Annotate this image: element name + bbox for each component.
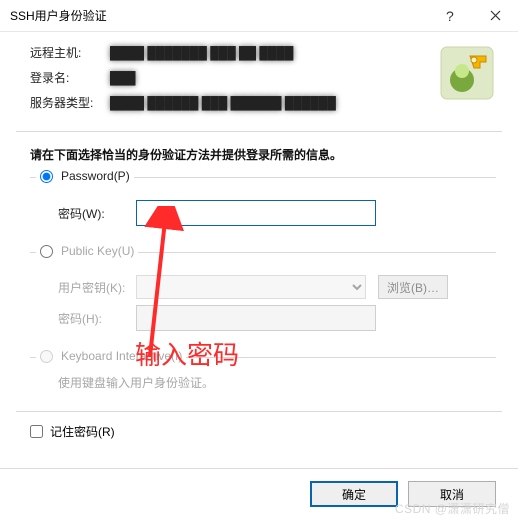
watermark: CSDN @潇潇研究僧 bbox=[395, 500, 510, 517]
browse-button: 浏览(B)… bbox=[378, 275, 448, 299]
kbd-radio-label: Keyboard Interactive(I) bbox=[61, 349, 182, 363]
login-name-value: ███ bbox=[110, 71, 136, 85]
keyboard-interactive-group: Keyboard Interactive(I) 使用键盘输入用户身份验证。 bbox=[30, 357, 496, 403]
password-radio[interactable]: Password(P) bbox=[36, 169, 134, 183]
login-name-label: 登录名: bbox=[30, 69, 110, 86]
passphrase-input bbox=[136, 305, 376, 331]
key-avatar-icon bbox=[440, 46, 494, 100]
password-radio-label: Password(P) bbox=[61, 169, 130, 183]
passphrase-label: 密码(H): bbox=[58, 310, 136, 327]
userkey-combo bbox=[136, 275, 366, 299]
separator-2 bbox=[16, 411, 502, 412]
kbd-radio[interactable]: Keyboard Interactive(I) bbox=[36, 349, 186, 363]
publickey-radio-input[interactable] bbox=[40, 245, 53, 258]
password-input[interactable] bbox=[136, 200, 376, 226]
close-icon bbox=[490, 10, 501, 21]
close-button[interactable] bbox=[473, 1, 518, 31]
help-button[interactable]: ? bbox=[428, 1, 473, 31]
svg-text:?: ? bbox=[446, 9, 454, 23]
publickey-radio-label: Public Key(U) bbox=[61, 244, 134, 258]
remember-label: 记住密码(R) bbox=[50, 423, 115, 440]
password-field-label: 密码(W): bbox=[58, 205, 136, 222]
remote-host-label: 远程主机: bbox=[30, 44, 110, 61]
remember-password[interactable]: 记住密码(R) bbox=[26, 422, 518, 441]
connection-info: 远程主机: ████ ███████ ███ ██ ████ 登录名: ███ … bbox=[0, 32, 518, 125]
dialog-title: SSH用户身份验证 bbox=[10, 7, 428, 24]
password-group: Password(P) 密码(W): bbox=[30, 177, 496, 244]
server-type-label: 服务器类型: bbox=[30, 94, 110, 111]
ok-button[interactable]: 确定 bbox=[310, 481, 398, 507]
kbd-radio-input bbox=[40, 350, 53, 363]
remote-host-value: ████ ███████ ███ ██ ████ bbox=[110, 46, 293, 60]
publickey-radio[interactable]: Public Key(U) bbox=[36, 244, 138, 258]
remember-checkbox[interactable] bbox=[30, 425, 43, 438]
userkey-label: 用户密钥(K): bbox=[58, 279, 136, 296]
help-icon: ? bbox=[446, 9, 456, 23]
titlebar: SSH用户身份验证 ? bbox=[0, 0, 518, 32]
instruction-text: 请在下面选择恰当的身份验证方法并提供登录所需的信息。 bbox=[0, 132, 518, 173]
kbd-hint: 使用键盘输入用户身份验证。 bbox=[58, 374, 490, 391]
password-radio-input[interactable] bbox=[40, 170, 53, 183]
publickey-group: Public Key(U) 用户密钥(K): 浏览(B)… 密码(H): bbox=[30, 252, 496, 349]
server-type-value: ████ ██████ ███ ██████ ██████ bbox=[110, 96, 336, 110]
